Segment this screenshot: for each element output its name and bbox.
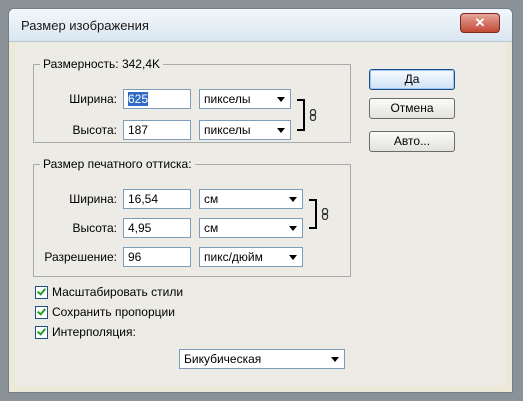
print-width-unit-value: см (204, 192, 219, 206)
pixel-width-input[interactable]: 625 (123, 89, 191, 109)
resolution-input[interactable]: 96 (123, 247, 191, 267)
constrain-proportions-checkbox[interactable] (35, 305, 48, 319)
pixel-height-value: 187 (128, 123, 149, 137)
auto-button[interactable]: Авто... (369, 131, 455, 152)
pixel-link-bracket (297, 99, 305, 131)
chevron-down-icon (289, 226, 297, 231)
dialog-body: Размерность: 342,4K Ширина: 625 пикселы … (15, 43, 506, 386)
ok-button[interactable]: Да (369, 69, 455, 90)
print-width-value: 16,54 (128, 192, 159, 206)
constrain-proportions-label: Сохранить пропорции (52, 305, 175, 319)
pixel-height-input[interactable]: 187 (123, 120, 191, 140)
checkmark-icon (37, 305, 46, 316)
chevron-down-icon (331, 357, 339, 362)
resample-method-value: Бикубическая (184, 352, 262, 366)
title-bar[interactable]: Размер изображения ✕ (9, 9, 512, 42)
checkmark-icon (37, 325, 46, 336)
print-size-legend: Размер печатного оттиска: (43, 157, 192, 171)
close-button[interactable]: ✕ (460, 13, 500, 33)
pixel-width-unit-value: пикселы (204, 92, 251, 106)
print-height-value: 4,95 (128, 221, 152, 235)
print-height-unit-value: см (204, 221, 219, 235)
chevron-down-icon (277, 97, 285, 102)
resolution-value: 96 (128, 250, 142, 264)
image-size-dialog: Размер изображения ✕ Размерность: 342,4K… (8, 8, 513, 393)
scale-styles-checkbox[interactable] (35, 285, 48, 299)
resample-label: Интерполяция: (52, 325, 136, 339)
pixel-dimensions-legend: Размерность: 342,4K (43, 57, 160, 71)
chevron-down-icon (277, 128, 285, 133)
scale-styles-checkbox-row[interactable]: Масштабировать стили (35, 285, 183, 299)
resolution-unit-select[interactable]: пикс/дюйм (199, 247, 303, 267)
print-width-input[interactable]: 16,54 (123, 189, 191, 209)
scale-styles-label: Масштабировать стили (52, 285, 184, 299)
resolution-unit-value: пикс/дюйм (204, 250, 263, 264)
print-width-label: Ширина: (69, 192, 117, 206)
resolution-label: Разрешение: (44, 250, 117, 264)
print-link-bracket (309, 199, 317, 229)
pixel-width-unit-select[interactable]: пикселы (199, 89, 291, 109)
dialog-title: Размер изображения (21, 18, 149, 33)
checkmark-icon (37, 285, 46, 296)
pixel-width-label: Ширина: (69, 92, 117, 106)
print-height-label: Высота: (72, 221, 117, 235)
print-height-input[interactable]: 4,95 (123, 218, 191, 238)
cancel-button[interactable]: Отмена (369, 98, 455, 119)
close-icon: ✕ (474, 15, 486, 30)
resample-method-select[interactable]: Бикубическая (179, 349, 345, 369)
print-width-unit-select[interactable]: см (199, 189, 303, 209)
constrain-proportions-checkbox-row[interactable]: Сохранить пропорции (35, 305, 175, 319)
pixel-height-unit-value: пикселы (204, 123, 251, 137)
chain-link-icon (309, 109, 317, 121)
chain-link-icon (321, 208, 329, 220)
chevron-down-icon (289, 197, 297, 202)
resample-checkbox[interactable] (35, 325, 48, 339)
resample-checkbox-row[interactable]: Интерполяция: (35, 325, 136, 339)
pixel-height-unit-select[interactable]: пикселы (199, 120, 291, 140)
chevron-down-icon (289, 255, 297, 260)
print-height-unit-select[interactable]: см (199, 218, 303, 238)
pixel-width-value: 625 (128, 92, 149, 106)
pixel-height-label: Высота: (72, 123, 117, 137)
